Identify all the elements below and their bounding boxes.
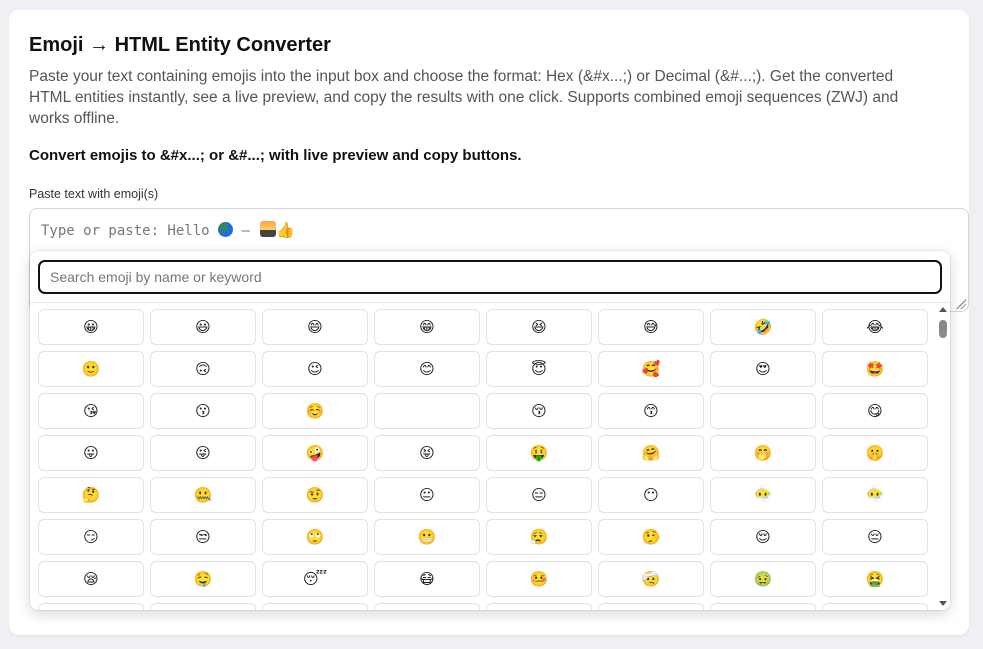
input-label: Paste text with emoji(s) bbox=[29, 187, 159, 201]
emoji-button[interactable]: 😌 bbox=[710, 519, 816, 555]
emoji-button[interactable]: 🤫 bbox=[822, 435, 928, 471]
emoji-button[interactable]: 🤤 bbox=[150, 561, 256, 597]
emoji-button[interactable]: 😵 bbox=[486, 603, 592, 610]
emoji-button[interactable]: 🤮 bbox=[822, 561, 928, 597]
emoji-button[interactable]: 😙 bbox=[598, 393, 704, 429]
emoji-button[interactable]: 🤩 bbox=[822, 351, 928, 387]
emoji-button[interactable]: 🤠 bbox=[822, 603, 928, 610]
emoji-button[interactable]: 🥰 bbox=[598, 351, 704, 387]
emoji-button[interactable]: 🤣 bbox=[710, 309, 816, 345]
emoji-button[interactable]: 🤧 bbox=[38, 603, 144, 610]
thumbs-up-icon: 👍 bbox=[276, 221, 296, 239]
emoji-button[interactable]: ☺️ bbox=[262, 393, 368, 429]
emoji-button[interactable]: 😁 bbox=[374, 309, 480, 345]
emoji-button[interactable]: 🤭 bbox=[710, 435, 816, 471]
placeholder-text: Type or paste: Hello bbox=[41, 223, 210, 239]
resize-handle[interactable] bbox=[956, 299, 966, 309]
emoji-button[interactable]: 😘 bbox=[38, 393, 144, 429]
emoji-grid: 😀 😃 😄 😁 😆 😅 🤣 😂 🙂 🙃 😉 😊 😇 🥰 😍 🤩 😘 😗 ☺️ 😚 😙 😋 😛 😜 🤪 😝 🤑 🤗 🤭 🤫 🤔 🤐 🤨 😐 😑 😶 😶‍🌫… bbox=[38, 309, 934, 610]
emoji-button[interactable]: 😪 bbox=[38, 561, 144, 597]
emoji-button[interactable]: 😶‍🌫️ bbox=[710, 477, 816, 513]
emoji-button[interactable]: 🤐 bbox=[150, 477, 256, 513]
emoji-button[interactable]: 😀 bbox=[38, 309, 144, 345]
emoji-button[interactable]: 🤒 bbox=[486, 561, 592, 597]
emoji-button[interactable]: 😝 bbox=[374, 435, 480, 471]
picker-divider bbox=[30, 302, 950, 303]
emoji-button[interactable]: 😴 bbox=[262, 561, 368, 597]
page-title: Emoji → HTML Entity Converter bbox=[29, 34, 331, 56]
emoji-button[interactable]: 😑 bbox=[486, 477, 592, 513]
emoji-button[interactable]: 🤨 bbox=[262, 477, 368, 513]
placeholder-dash: — bbox=[241, 223, 250, 239]
emoji-button[interactable]: 🤪 bbox=[262, 435, 368, 471]
emoji-picker: 😀😃😄😁😆😅🤣😂🙂🙃😉😊😇🥰😍🤩😘😗☺️😚😙😋😛😜🤪😝🤑🤗🤭🤫🤔🤐🤨😐😑😶😶‍🌫… bbox=[30, 251, 950, 610]
input-placeholder: Type or paste: Hello — 👍 bbox=[41, 221, 295, 239]
emoji-button[interactable]: 😂 bbox=[822, 309, 928, 345]
scroll-down-arrow[interactable] bbox=[939, 601, 947, 606]
emoji-button[interactable]: 🤗 bbox=[598, 435, 704, 471]
emoji-button[interactable]: 🙄 bbox=[262, 519, 368, 555]
emoji-button[interactable]: 😇 bbox=[486, 351, 592, 387]
emoji-button[interactable]: 🤥 bbox=[598, 519, 704, 555]
scroll-up-arrow[interactable] bbox=[939, 307, 947, 312]
emoji-button[interactable]: 😚 bbox=[486, 393, 592, 429]
emoji-button[interactable]: 😜 bbox=[150, 435, 256, 471]
sunrise-icon bbox=[260, 221, 277, 237]
emoji-button[interactable]: 🙃 bbox=[150, 351, 256, 387]
emoji-button[interactable]: 😶 bbox=[598, 477, 704, 513]
emoji-button[interactable]: 😒 bbox=[150, 519, 256, 555]
emoji-button[interactable]: 🤯 bbox=[710, 603, 816, 610]
emoji-button[interactable]: 😗 bbox=[150, 393, 256, 429]
emoji-button[interactable]: 😐 bbox=[374, 477, 480, 513]
emoji-grid-scrollbar[interactable] bbox=[936, 303, 950, 610]
emoji-button[interactable] bbox=[374, 393, 480, 429]
emoji-button[interactable]: 🥴 bbox=[374, 603, 480, 610]
emoji-button[interactable]: 🤑 bbox=[486, 435, 592, 471]
emoji-button[interactable]: 😏 bbox=[38, 519, 144, 555]
emoji-button[interactable]: 🥶 bbox=[262, 603, 368, 610]
emoji-button[interactable]: 😆 bbox=[486, 309, 592, 345]
emoji-button[interactable]: 😬 bbox=[374, 519, 480, 555]
emoji-button[interactable]: 🤢 bbox=[710, 561, 816, 597]
emoji-button[interactable]: 😷 bbox=[374, 561, 480, 597]
emoji-button[interactable]: 😅 bbox=[598, 309, 704, 345]
emoji-button[interactable]: 🤔 bbox=[38, 477, 144, 513]
emoji-button[interactable]: 🙂 bbox=[38, 351, 144, 387]
emoji-button[interactable]: 😶‍🌫️ bbox=[822, 477, 928, 513]
emoji-button[interactable]: 😵‍💫 bbox=[598, 603, 704, 610]
emoji-button[interactable]: 😍 bbox=[710, 351, 816, 387]
emoji-button[interactable]: 😃 bbox=[150, 309, 256, 345]
scrollbar-thumb[interactable] bbox=[939, 320, 947, 338]
emoji-button[interactable]: 😋 bbox=[822, 393, 928, 429]
emoji-button[interactable]: 🤕 bbox=[598, 561, 704, 597]
emoji-button[interactable]: 😊 bbox=[374, 351, 480, 387]
emoji-button[interactable]: 😄 bbox=[262, 309, 368, 345]
emoji-button[interactable]: 😛 bbox=[38, 435, 144, 471]
emoji-button[interactable]: 😉 bbox=[262, 351, 368, 387]
emoji-button[interactable]: 😔 bbox=[822, 519, 928, 555]
emoji-button[interactable]: 🥵 bbox=[150, 603, 256, 610]
page-description: Paste your text containing emojis into t… bbox=[29, 68, 899, 127]
page-subheading: Convert emojis to &#x...; or &#...; with… bbox=[29, 147, 522, 164]
emoji-button[interactable]: 😮‍💨 bbox=[486, 519, 592, 555]
emoji-button[interactable] bbox=[710, 393, 816, 429]
globe-icon bbox=[218, 222, 234, 237]
emoji-search-input[interactable] bbox=[38, 260, 942, 294]
